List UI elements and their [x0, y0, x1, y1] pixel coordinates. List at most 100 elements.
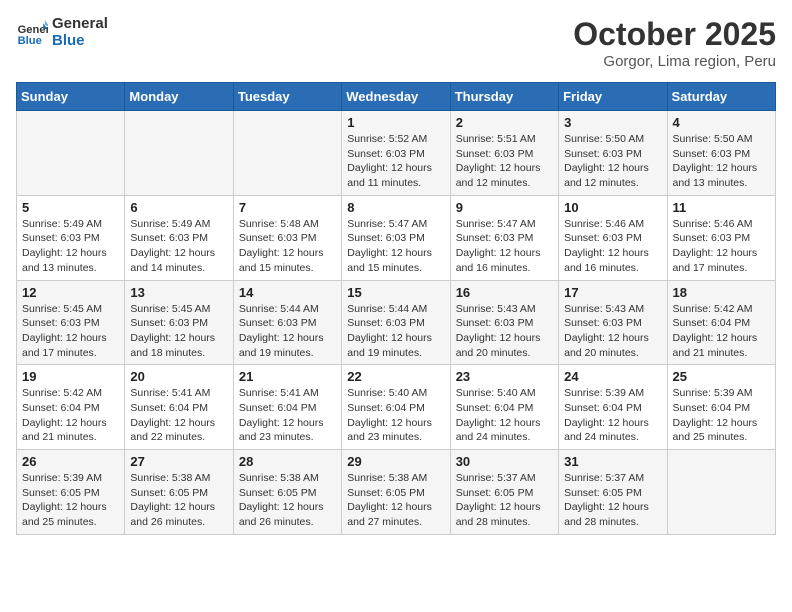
day-info: Sunrise: 5:44 AM Sunset: 6:03 PM Dayligh…	[239, 302, 336, 361]
day-info: Sunrise: 5:37 AM Sunset: 6:05 PM Dayligh…	[564, 471, 661, 530]
day-number: 2	[456, 115, 553, 130]
calendar-cell: 23 Sunrise: 5:40 AM Sunset: 6:04 PM Dayli…	[450, 365, 558, 450]
calendar-cell: 6Sunrise: 5:49 AM Sunset: 6:03 PM Daylig…	[125, 195, 233, 280]
month-year-title: October 2025	[573, 16, 776, 53]
calendar-cell	[125, 111, 233, 196]
day-number: 8	[347, 200, 444, 215]
day-number: 6	[130, 200, 227, 215]
day-info: Sunrise: 5:45 AM Sunset: 6:03 PM Dayligh…	[22, 302, 119, 361]
calendar-cell: 2 Sunrise: 5:51 AM Sunset: 6:03 PM Daylig…	[450, 111, 558, 196]
calendar-cell: 24Sunrise: 5:39 AM Sunset: 6:04 PM Dayli…	[559, 365, 667, 450]
svg-text:Blue: Blue	[18, 35, 42, 47]
day-info: Sunrise: 5:40 AM Sunset: 6:04 PM Dayligh…	[347, 386, 444, 445]
calendar-cell	[17, 111, 125, 196]
day-number: 12	[22, 285, 119, 300]
day-number: 16	[456, 285, 553, 300]
day-number: 19	[22, 369, 119, 384]
day-info: Sunrise: 5:45 AM Sunset: 6:03 PM Dayligh…	[130, 302, 227, 361]
day-number: 31	[564, 454, 661, 469]
day-info: Sunrise: 5:46 AM Sunset: 6:03 PM Dayligh…	[564, 217, 661, 276]
day-number: 4	[673, 115, 770, 130]
day-info: Sunrise: 5:37 AM Sunset: 6:05 PM Dayligh…	[456, 471, 553, 530]
calendar-cell: 27Sunrise: 5:38 AM Sunset: 6:05 PM Dayli…	[125, 450, 233, 535]
weekday-header-monday: Monday	[125, 83, 233, 111]
day-info: Sunrise: 5:41 AM Sunset: 6:04 PM Dayligh…	[130, 386, 227, 445]
day-number: 30	[456, 454, 553, 469]
day-number: 11	[673, 200, 770, 215]
day-info: Sunrise: 5:43 AM Sunset: 6:03 PM Dayligh…	[456, 302, 553, 361]
day-info: Sunrise: 5:41 AM Sunset: 6:04 PM Dayligh…	[239, 386, 336, 445]
calendar-cell: 19 Sunrise: 5:42 AM Sunset: 6:04 PM Dayli…	[17, 365, 125, 450]
day-info: Sunrise: 5:46 AM Sunset: 6:03 PM Dayligh…	[673, 217, 770, 276]
calendar-cell: 3 Sunrise: 5:50 AM Sunset: 6:03 PM Daylig…	[559, 111, 667, 196]
day-number: 10	[564, 200, 661, 215]
day-number: 14	[239, 285, 336, 300]
day-number: 3	[564, 115, 661, 130]
day-number: 17	[564, 285, 661, 300]
calendar-cell: 18Sunrise: 5:42 AM Sunset: 6:04 PM Dayli…	[667, 280, 775, 365]
calendar-header: SundayMondayTuesdayWednesdayThursdayFrid…	[17, 83, 776, 111]
calendar-cell	[233, 111, 341, 196]
day-info: Sunrise: 5:51 AM Sunset: 6:03 PM Dayligh…	[456, 132, 553, 191]
calendar-cell: 16 Sunrise: 5:43 AM Sunset: 6:03 PM Dayli…	[450, 280, 558, 365]
day-number: 24	[564, 369, 661, 384]
day-number: 22	[347, 369, 444, 384]
calendar-cell: 11 Sunrise: 5:46 AM Sunset: 6:03 PM Dayli…	[667, 195, 775, 280]
logo-blue: Blue	[52, 33, 108, 50]
calendar-week-2: 5Sunrise: 5:49 AM Sunset: 6:03 PM Daylig…	[17, 195, 776, 280]
day-info: Sunrise: 5:39 AM Sunset: 6:05 PM Dayligh…	[22, 471, 119, 530]
calendar-cell: 7 Sunrise: 5:48 AM Sunset: 6:03 PM Daylig…	[233, 195, 341, 280]
day-number: 13	[130, 285, 227, 300]
logo: General Blue General Blue	[16, 16, 108, 49]
calendar-cell: 4 Sunrise: 5:50 AM Sunset: 6:03 PM Daylig…	[667, 111, 775, 196]
day-info: Sunrise: 5:38 AM Sunset: 6:05 PM Dayligh…	[239, 471, 336, 530]
day-number: 23	[456, 369, 553, 384]
calendar-cell: 9 Sunrise: 5:47 AM Sunset: 6:03 PM Daylig…	[450, 195, 558, 280]
title-block: October 2025 Gorgor, Lima region, Peru	[573, 16, 776, 70]
day-info: Sunrise: 5:42 AM Sunset: 6:04 PM Dayligh…	[22, 386, 119, 445]
day-number: 5	[22, 200, 119, 215]
day-number: 20	[130, 369, 227, 384]
calendar-week-5: 26Sunrise: 5:39 AM Sunset: 6:05 PM Dayli…	[17, 450, 776, 535]
weekday-header-thursday: Thursday	[450, 83, 558, 111]
day-info: Sunrise: 5:38 AM Sunset: 6:05 PM Dayligh…	[130, 471, 227, 530]
calendar-cell: 12 Sunrise: 5:45 AM Sunset: 6:03 PM Dayli…	[17, 280, 125, 365]
calendar-cell: 10 Sunrise: 5:46 AM Sunset: 6:03 PM Dayli…	[559, 195, 667, 280]
calendar-table: SundayMondayTuesdayWednesdayThursdayFrid…	[16, 82, 776, 535]
day-info: Sunrise: 5:50 AM Sunset: 6:03 PM Dayligh…	[564, 132, 661, 191]
calendar-cell: 17Sunrise: 5:43 AM Sunset: 6:03 PM Dayli…	[559, 280, 667, 365]
calendar-cell: 13 Sunrise: 5:45 AM Sunset: 6:03 PM Dayli…	[125, 280, 233, 365]
day-number: 9	[456, 200, 553, 215]
weekday-header-sunday: Sunday	[17, 83, 125, 111]
day-number: 29	[347, 454, 444, 469]
calendar-cell	[667, 450, 775, 535]
day-number: 1	[347, 115, 444, 130]
calendar-cell: 26Sunrise: 5:39 AM Sunset: 6:05 PM Dayli…	[17, 450, 125, 535]
day-info: Sunrise: 5:39 AM Sunset: 6:04 PM Dayligh…	[673, 386, 770, 445]
day-info: Sunrise: 5:40 AM Sunset: 6:04 PM Dayligh…	[456, 386, 553, 445]
calendar-cell: 21 Sunrise: 5:41 AM Sunset: 6:04 PM Dayli…	[233, 365, 341, 450]
calendar-cell: 5Sunrise: 5:49 AM Sunset: 6:03 PM Daylig…	[17, 195, 125, 280]
calendar-cell: 29Sunrise: 5:38 AM Sunset: 6:05 PM Dayli…	[342, 450, 450, 535]
day-info: Sunrise: 5:50 AM Sunset: 6:03 PM Dayligh…	[673, 132, 770, 191]
calendar-cell: 14 Sunrise: 5:44 AM Sunset: 6:03 PM Dayli…	[233, 280, 341, 365]
day-number: 18	[673, 285, 770, 300]
location-subtitle: Gorgor, Lima region, Peru	[573, 53, 776, 70]
day-number: 28	[239, 454, 336, 469]
weekday-header-saturday: Saturday	[667, 83, 775, 111]
day-number: 21	[239, 369, 336, 384]
calendar-cell: 20 Sunrise: 5:41 AM Sunset: 6:04 PM Dayli…	[125, 365, 233, 450]
logo-icon: General Blue	[16, 17, 48, 49]
day-number: 25	[673, 369, 770, 384]
day-info: Sunrise: 5:47 AM Sunset: 6:03 PM Dayligh…	[347, 217, 444, 276]
day-number: 7	[239, 200, 336, 215]
calendar-week-3: 12 Sunrise: 5:45 AM Sunset: 6:03 PM Dayli…	[17, 280, 776, 365]
day-info: Sunrise: 5:47 AM Sunset: 6:03 PM Dayligh…	[456, 217, 553, 276]
day-info: Sunrise: 5:48 AM Sunset: 6:03 PM Dayligh…	[239, 217, 336, 276]
calendar-week-4: 19 Sunrise: 5:42 AM Sunset: 6:04 PM Dayli…	[17, 365, 776, 450]
weekday-header-wednesday: Wednesday	[342, 83, 450, 111]
calendar-cell: 28 Sunrise: 5:38 AM Sunset: 6:05 PM Dayli…	[233, 450, 341, 535]
calendar-cell: 31 Sunrise: 5:37 AM Sunset: 6:05 PM Dayli…	[559, 450, 667, 535]
calendar-cell: 8 Sunrise: 5:47 AM Sunset: 6:03 PM Daylig…	[342, 195, 450, 280]
calendar-cell: 30 Sunrise: 5:37 AM Sunset: 6:05 PM Dayli…	[450, 450, 558, 535]
